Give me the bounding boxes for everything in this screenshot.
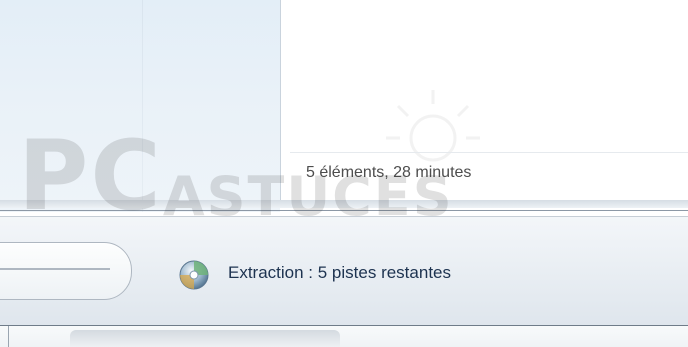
rip-progress-disc-icon xyxy=(179,260,209,290)
seek-slider-track[interactable] xyxy=(0,268,110,270)
splitter-line xyxy=(0,210,688,211)
playback-seek-control[interactable] xyxy=(0,242,132,300)
content-separator xyxy=(290,152,688,153)
navigation-divider xyxy=(142,0,143,212)
extraction-status-text: Extraction : 5 pistes restantes xyxy=(228,263,451,282)
media-player-window: 5 éléments, 28 minutes Extraction : 5 pi… xyxy=(0,0,688,347)
lower-left-edge xyxy=(8,326,9,347)
lower-tab[interactable] xyxy=(70,330,340,347)
library-summary-text: 5 éléments, 28 minutes xyxy=(306,164,472,181)
pane-splitter[interactable] xyxy=(0,200,688,208)
navigation-pane xyxy=(0,0,280,212)
